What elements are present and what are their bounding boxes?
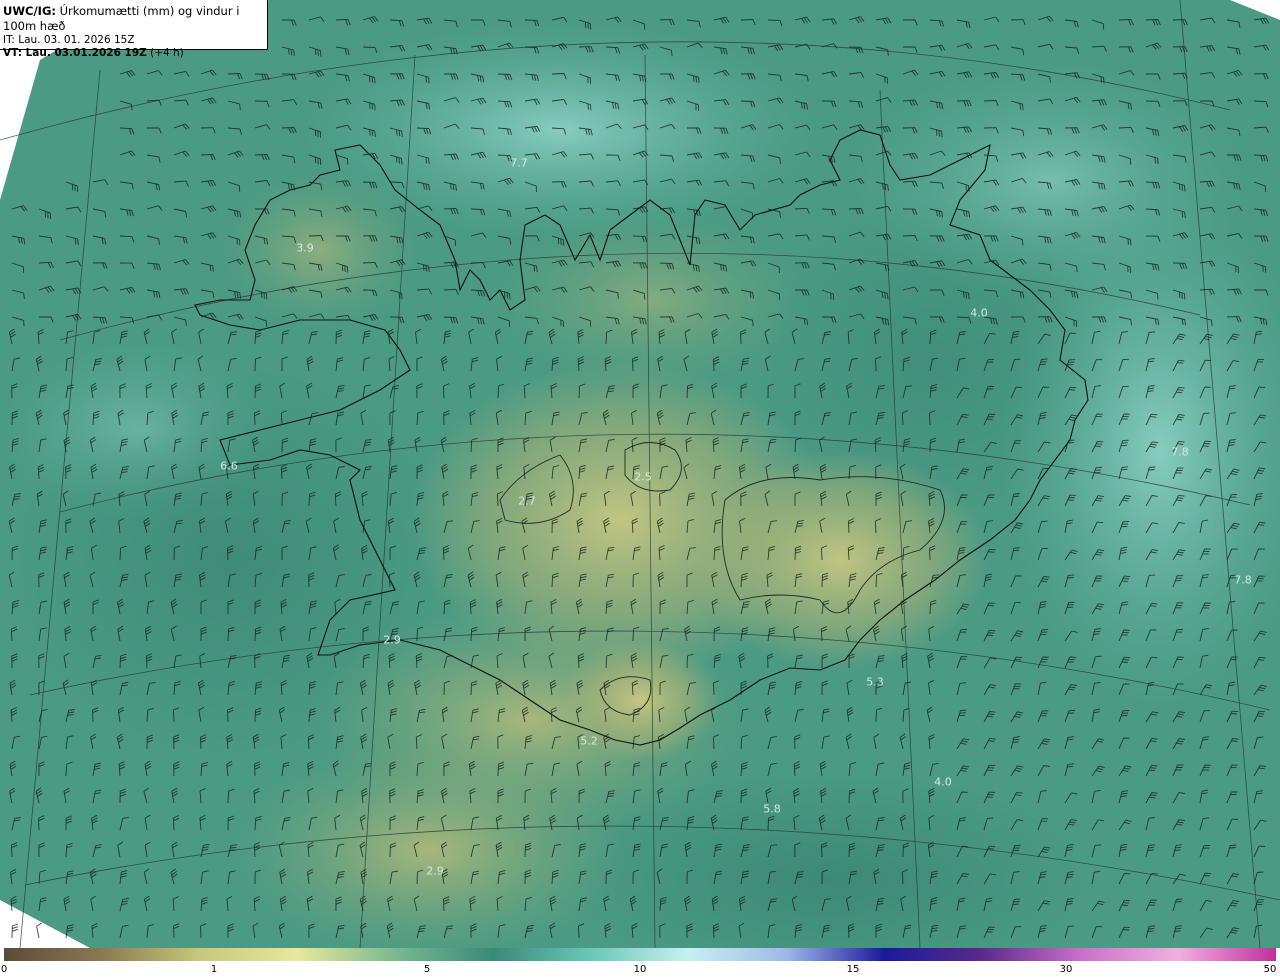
map-value-label: 7.8 <box>1171 445 1189 459</box>
colorbar-tick: 0 <box>0 964 8 975</box>
map-value-label: 6.6 <box>220 459 238 473</box>
map-value-label: 2.7 <box>518 494 536 508</box>
map-value-label: 5.2 <box>580 734 598 748</box>
init-time: IT: Lau. 03. 01. 2026 15Z <box>3 34 135 46</box>
colorbar-tick: 15 <box>846 964 860 975</box>
colorbar-gradient <box>4 948 1276 961</box>
map-value-label: 4.0 <box>970 306 988 320</box>
map-value-label: 4.0 <box>934 775 952 789</box>
colorbar-tick: 30 <box>1059 964 1073 975</box>
wind-barb <box>11 923 19 939</box>
colorbar: 0 1 5 10 15 30 50 <box>0 948 1280 978</box>
map-value-label: 3.9 <box>296 241 314 255</box>
weather-map: 7.7 3.9 4.0 6.6 2.7 2.5 7.8 7.8 2.9 5.3 … <box>0 0 1280 948</box>
product-code: UWC/IG: <box>3 4 56 18</box>
map-value-label: 2.5 <box>634 470 652 484</box>
map-value-label: 7.8 <box>1234 573 1252 587</box>
colorbar-tick: 5 <box>423 964 431 975</box>
valid-time: VT: Lau. 03.01.2026 19Z (+4 h) <box>3 47 267 60</box>
colorbar-tick: 1 <box>210 964 218 975</box>
map-value-label: 5.3 <box>866 675 884 689</box>
map-value-label: 2.9 <box>426 864 444 878</box>
lead-time: (+4 h) <box>146 47 184 59</box>
map-info-box: UWC/IG: Úrkomumætti (mm) og vindur i 100… <box>0 0 268 59</box>
valid-time-label: VT: Lau. 03.01.2026 19Z <box>3 47 147 59</box>
colorbar-tick: 50 <box>1263 964 1277 975</box>
map-value-label: 2.9 <box>383 633 401 647</box>
map-value-label: 5.8 <box>763 802 781 816</box>
map-value-label: 7.7 <box>510 156 528 170</box>
colorbar-tick: 10 <box>633 964 647 975</box>
map-title: UWC/IG: Úrkomumætti (mm) og vindur i 100… <box>3 4 267 34</box>
wind-barb <box>36 922 42 939</box>
